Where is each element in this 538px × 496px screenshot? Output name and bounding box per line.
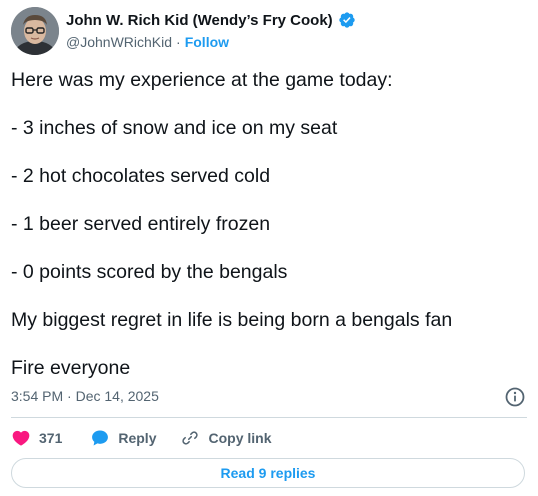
separator: ·: [176, 34, 181, 50]
tweet-paragraph: - 2 hot chocolates served cold: [11, 165, 271, 187]
author-name-row: John W. Rich Kid (Wendy’s Fry Cook): [66, 11, 356, 29]
tweet-paragraph: - 0 points scored by the bengals: [11, 261, 288, 283]
reply-button[interactable]: Reply: [90, 428, 180, 448]
follow-button[interactable]: Follow: [185, 34, 229, 50]
avatar-photo: [11, 7, 59, 55]
handle-row: @JohnWRichKid · Follow: [66, 34, 229, 50]
heart-icon: [12, 430, 30, 446]
tweet-text: Here was my experience at the game today…: [11, 68, 527, 404]
info-icon[interactable]: [505, 387, 525, 407]
tweet-card: John W. Rich Kid (Wendy’s Fry Cook) @Joh…: [0, 0, 538, 496]
verified-badge-icon: [338, 11, 356, 29]
like-count: 371: [39, 430, 63, 446]
speech-bubble-icon: [92, 430, 109, 446]
tweet-paragraph: - 1 beer served entirely frozen: [11, 213, 271, 235]
reply-label: Reply: [118, 430, 157, 446]
tweet-paragraph: Here was my experience at the game today…: [11, 69, 393, 91]
tweet-paragraph: My biggest regret in life is being born …: [11, 309, 453, 331]
display-name[interactable]: John W. Rich Kid (Wendy’s Fry Cook): [66, 12, 333, 29]
tweet-timestamp[interactable]: 3:54 PM · Dec 14, 2025: [11, 388, 159, 404]
copy-link-button[interactable]: Copy link: [180, 428, 272, 448]
handle[interactable]: @JohnWRichKid: [66, 34, 172, 50]
action-bar: 371 Reply Copy link: [11, 428, 272, 448]
tweet-paragraph: - 3 inches of snow and ice on my seat: [11, 117, 338, 139]
avatar[interactable]: [11, 7, 59, 55]
tweet-paragraph: Fire everyone: [11, 357, 131, 379]
read-replies-label: Read 9 replies: [220, 465, 316, 481]
like-button[interactable]: 371: [11, 428, 90, 448]
link-icon: [182, 431, 199, 445]
read-replies-button[interactable]: Read 9 replies: [11, 458, 525, 488]
copy-link-label: Copy link: [208, 430, 272, 446]
divider: [11, 417, 527, 418]
